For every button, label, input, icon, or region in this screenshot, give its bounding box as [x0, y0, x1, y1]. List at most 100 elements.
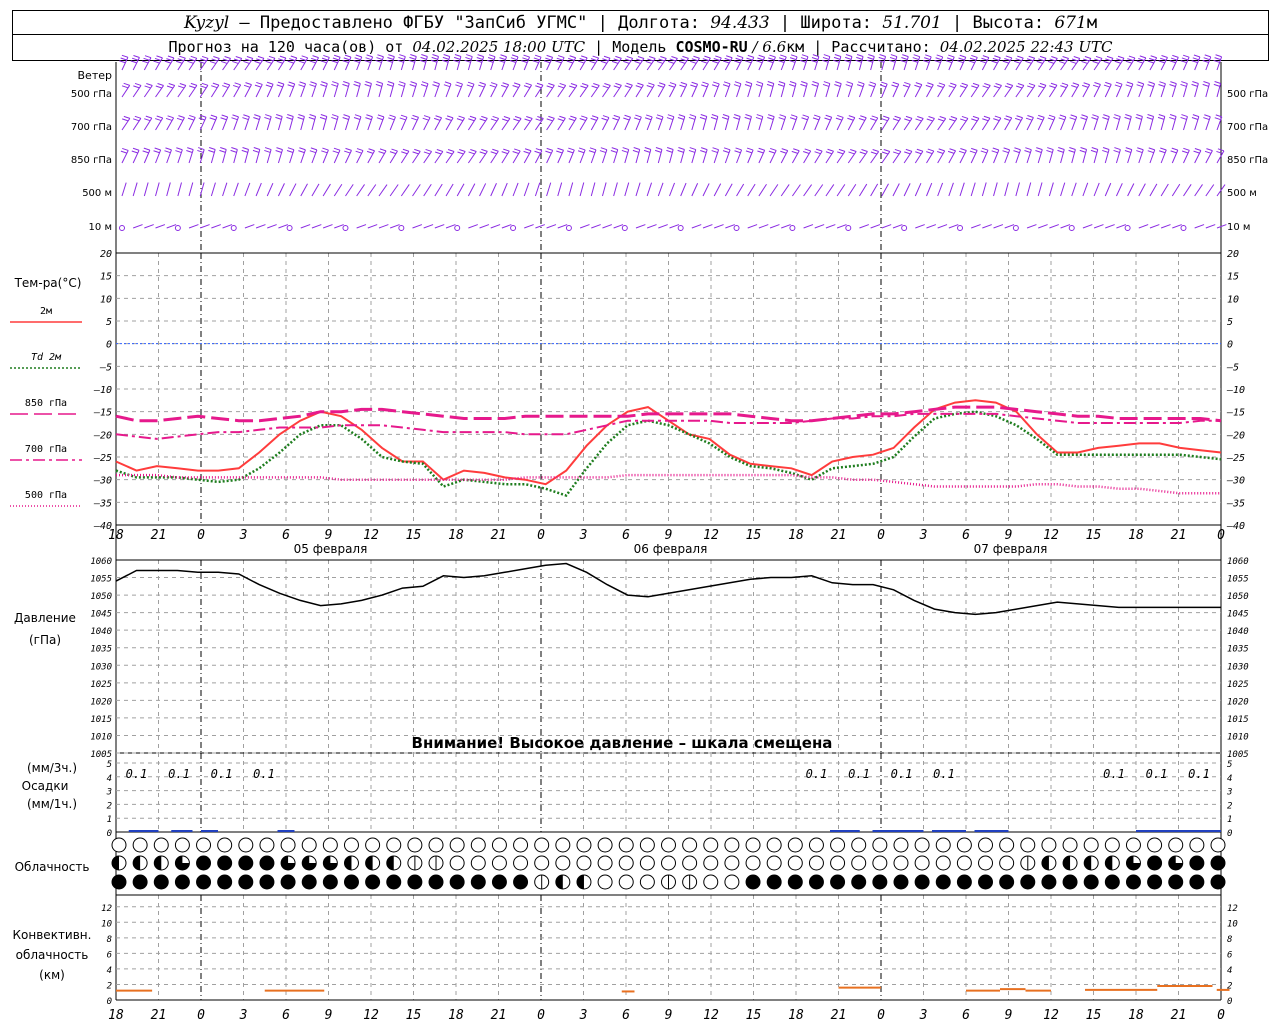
- cloud-symbol: [513, 874, 529, 890]
- wind-barb: [308, 114, 317, 131]
- wind-barb: [412, 224, 423, 229]
- wind-barb-feather: [308, 116, 315, 120]
- wind-barb-feather: [604, 82, 611, 86]
- precip-ytick: 1: [107, 815, 112, 825]
- wind-barb-staff: [982, 224, 992, 229]
- wind-barb-feather: [901, 57, 908, 60]
- wind-barb-feather: [744, 116, 751, 120]
- wind-barb-feather: [322, 147, 329, 151]
- wind-barb: [635, 82, 644, 98]
- wind-barb-feather: [1125, 147, 1132, 151]
- wind-barb-staff: [691, 224, 702, 229]
- wind-barb-feather: [343, 57, 350, 61]
- wind-barb: [445, 115, 454, 131]
- wind-barb-feather: [431, 56, 438, 60]
- wind-barb-feather: [534, 54, 542, 58]
- wind-barb: [386, 81, 395, 98]
- wind-barb-feather: [537, 115, 544, 119]
- wind-barb-feather: [1158, 60, 1165, 64]
- wind-barb-staff: [445, 183, 454, 197]
- wind-barb-feather: [1084, 56, 1092, 59]
- wind-barb-staff: [1082, 182, 1089, 197]
- wind-barb-staff: [1015, 182, 1020, 197]
- wind-barb-feather: [243, 84, 251, 88]
- cloud-symbol: [153, 837, 169, 853]
- wind-barb-feather: [1161, 55, 1168, 59]
- wind-barb: [856, 81, 865, 98]
- cloud-circle: [322, 837, 338, 853]
- wind-barb-feather: [423, 115, 431, 119]
- wind-barb-feather: [454, 54, 462, 57]
- wind-barb-feather: [168, 83, 175, 86]
- wind-barb: [747, 183, 756, 197]
- cloud-fill-full: [344, 875, 359, 889]
- wind-barb-feather: [957, 60, 964, 64]
- cloud-circle: [703, 874, 719, 890]
- wind-barb: [375, 81, 384, 98]
- pres-ytick-right: 1025: [1227, 680, 1249, 690]
- wind-barb-feather: [834, 84, 841, 87]
- wind-barb-feather: [444, 81, 452, 85]
- wind-barb: [188, 182, 194, 197]
- cloud-symbol: [872, 837, 888, 853]
- cloud-fill-full: [450, 875, 465, 889]
- cloud-symbol: [1020, 855, 1036, 871]
- wind-barb: [666, 147, 674, 164]
- pres-ytick: 1020: [90, 697, 112, 707]
- wind-barb: [588, 147, 597, 164]
- wind-barb-feather: [243, 60, 250, 64]
- wind-barb: [892, 148, 902, 164]
- wind-barb: [948, 182, 954, 197]
- wind-barb-feather: [947, 150, 955, 154]
- wind-barb: [277, 183, 285, 197]
- wind-barb-staff: [255, 224, 266, 229]
- wind-barb-feather: [456, 81, 463, 85]
- wind-barb-feather: [822, 59, 829, 63]
- wind-barb-staff: [937, 224, 948, 229]
- cloud-symbol: [893, 837, 909, 853]
- wind-barb: [590, 182, 596, 197]
- cloud-circle: [935, 837, 951, 853]
- wind-barb-staff: [468, 224, 478, 229]
- wind-barb-feather: [409, 83, 416, 87]
- cloud-fill-full: [281, 875, 296, 889]
- wind-barb: [1147, 55, 1158, 71]
- wind-barb: [568, 83, 578, 98]
- wind-level-label-right: 500 м: [1227, 188, 1257, 199]
- wind-barb: [119, 54, 129, 71]
- wind-level-label: 850 гПа: [71, 155, 112, 166]
- wind-barb-staff: [1138, 183, 1146, 197]
- wind-barb: [745, 54, 755, 71]
- wind-barb: [701, 81, 709, 98]
- wind-barb: [211, 224, 221, 229]
- wind-barb-feather: [420, 84, 428, 88]
- wind-barb-feather: [568, 147, 575, 151]
- cloud-fill-half: [1084, 856, 1092, 871]
- conv-ytick: 12: [101, 904, 112, 914]
- wind-barb: [166, 83, 176, 98]
- x-tick-label-bottom: 0: [537, 1008, 545, 1023]
- cloud-symbol: [956, 837, 972, 853]
- wind-barb: [1102, 114, 1110, 131]
- wind-barb-feather: [1181, 81, 1188, 85]
- wind-barb-staff: [1127, 183, 1135, 197]
- wind-barb-staff: [277, 183, 285, 197]
- wind-barb-feather: [568, 118, 575, 122]
- wind-barb-feather: [189, 85, 196, 89]
- wind-barb: [389, 184, 399, 197]
- cloud-fill-full: [893, 875, 908, 889]
- cloud-circle: [491, 837, 507, 853]
- wind-barb-staff: [635, 224, 646, 229]
- wind-barb-feather: [637, 56, 645, 59]
- wind-level-label-right: 10 м: [1227, 222, 1250, 233]
- wind-barb-feather: [691, 58, 698, 62]
- wind-barb-feather: [254, 60, 261, 64]
- wind-barb-feather: [1036, 60, 1043, 64]
- day-label: 07 февраля: [974, 542, 1048, 556]
- wind-barb: [891, 81, 900, 98]
- x-tick-label-bottom: 0: [877, 1008, 885, 1023]
- wind-barb: [789, 114, 798, 131]
- temp-ytick-right: 10: [1227, 294, 1239, 305]
- wind-barb: [1113, 114, 1121, 131]
- wind-barb-feather: [644, 147, 651, 150]
